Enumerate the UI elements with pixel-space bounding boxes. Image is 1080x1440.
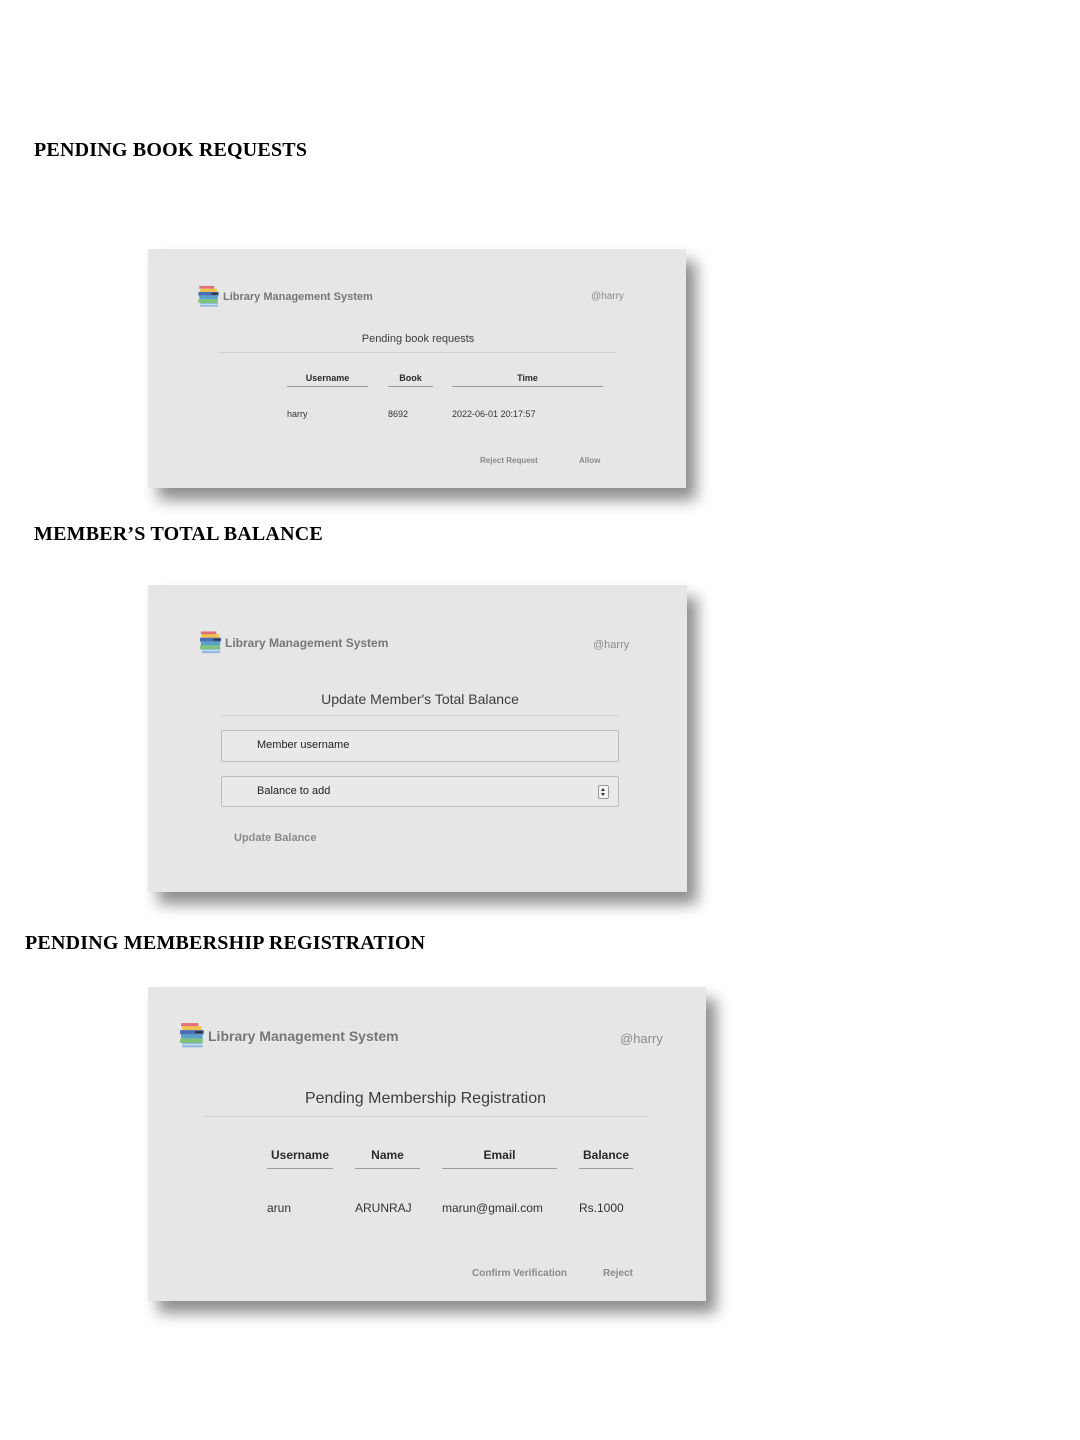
books-stack-icon: [179, 1021, 207, 1051]
app-title: Library Management System: [223, 291, 373, 303]
member-username-field[interactable]: Member username: [221, 730, 619, 762]
page-title: Update Member's Total Balance: [321, 691, 519, 707]
title-divider: [218, 352, 616, 353]
app-brand: Library Management System: [199, 630, 388, 656]
cell-username: harry: [287, 409, 308, 419]
section-heading-balance: MEMBER’S TOTAL BALANCE: [34, 523, 323, 545]
column-header-name: Name: [355, 1148, 420, 1169]
column-header-username: Username: [267, 1148, 333, 1169]
section-heading-book-requests: PENDING BOOK REQUESTS: [34, 139, 308, 161]
books-stack-icon: [197, 285, 222, 309]
column-header-email: Email: [442, 1148, 557, 1169]
confirm-verification-button[interactable]: Confirm Verification: [472, 1268, 567, 1279]
cell-balance: Rs.1000: [579, 1201, 624, 1215]
app-title: Library Management System: [225, 636, 389, 650]
reject-request-button[interactable]: Reject Request: [480, 456, 538, 465]
column-header-username: Username: [287, 373, 368, 387]
balance-screenshot: Library Management System @harry Update …: [148, 585, 687, 892]
book-requests-screenshot: Library Management System @harry Pending…: [148, 249, 686, 488]
section-heading-registration: PENDING MEMBERSHIP REGISTRATION: [25, 932, 426, 954]
user-tag[interactable]: @harry: [620, 1031, 663, 1046]
cell-email: marun@gmail.com: [442, 1201, 543, 1215]
update-balance-button[interactable]: Update Balance: [234, 832, 317, 844]
app-title: Library Management System: [208, 1028, 399, 1044]
reject-button[interactable]: Reject: [603, 1268, 633, 1279]
cell-name: ARUNRAJ: [355, 1201, 412, 1215]
app-brand: Library Management System: [179, 1021, 399, 1051]
app-brand: Library Management System: [197, 285, 373, 309]
page-title: Pending Membership Registration: [304, 1090, 546, 1107]
member-username-placeholder: Member username: [257, 739, 350, 751]
spinner-arrows-icon[interactable]: [598, 785, 609, 799]
title-divider: [221, 715, 619, 716]
cell-book: 8692: [388, 409, 409, 419]
registration-screenshot: Library Management System @harry Pending…: [148, 987, 706, 1301]
column-header-book: Book: [388, 373, 433, 387]
page-title: Pending book requests: [361, 333, 475, 345]
cell-time: 2022-06-01 20:17:57: [452, 409, 536, 419]
column-header-time: Time: [452, 373, 603, 387]
books-stack-icon: [199, 630, 224, 656]
user-tag[interactable]: @harry: [593, 639, 629, 651]
balance-to-add-field[interactable]: Balance to add: [221, 776, 619, 807]
balance-to-add-placeholder: Balance to add: [257, 785, 331, 797]
column-header-balance: Balance: [579, 1148, 633, 1169]
user-tag[interactable]: @harry: [591, 291, 624, 302]
title-divider: [203, 1116, 648, 1117]
cell-username: arun: [267, 1201, 292, 1215]
allow-button[interactable]: Allow: [579, 456, 600, 465]
